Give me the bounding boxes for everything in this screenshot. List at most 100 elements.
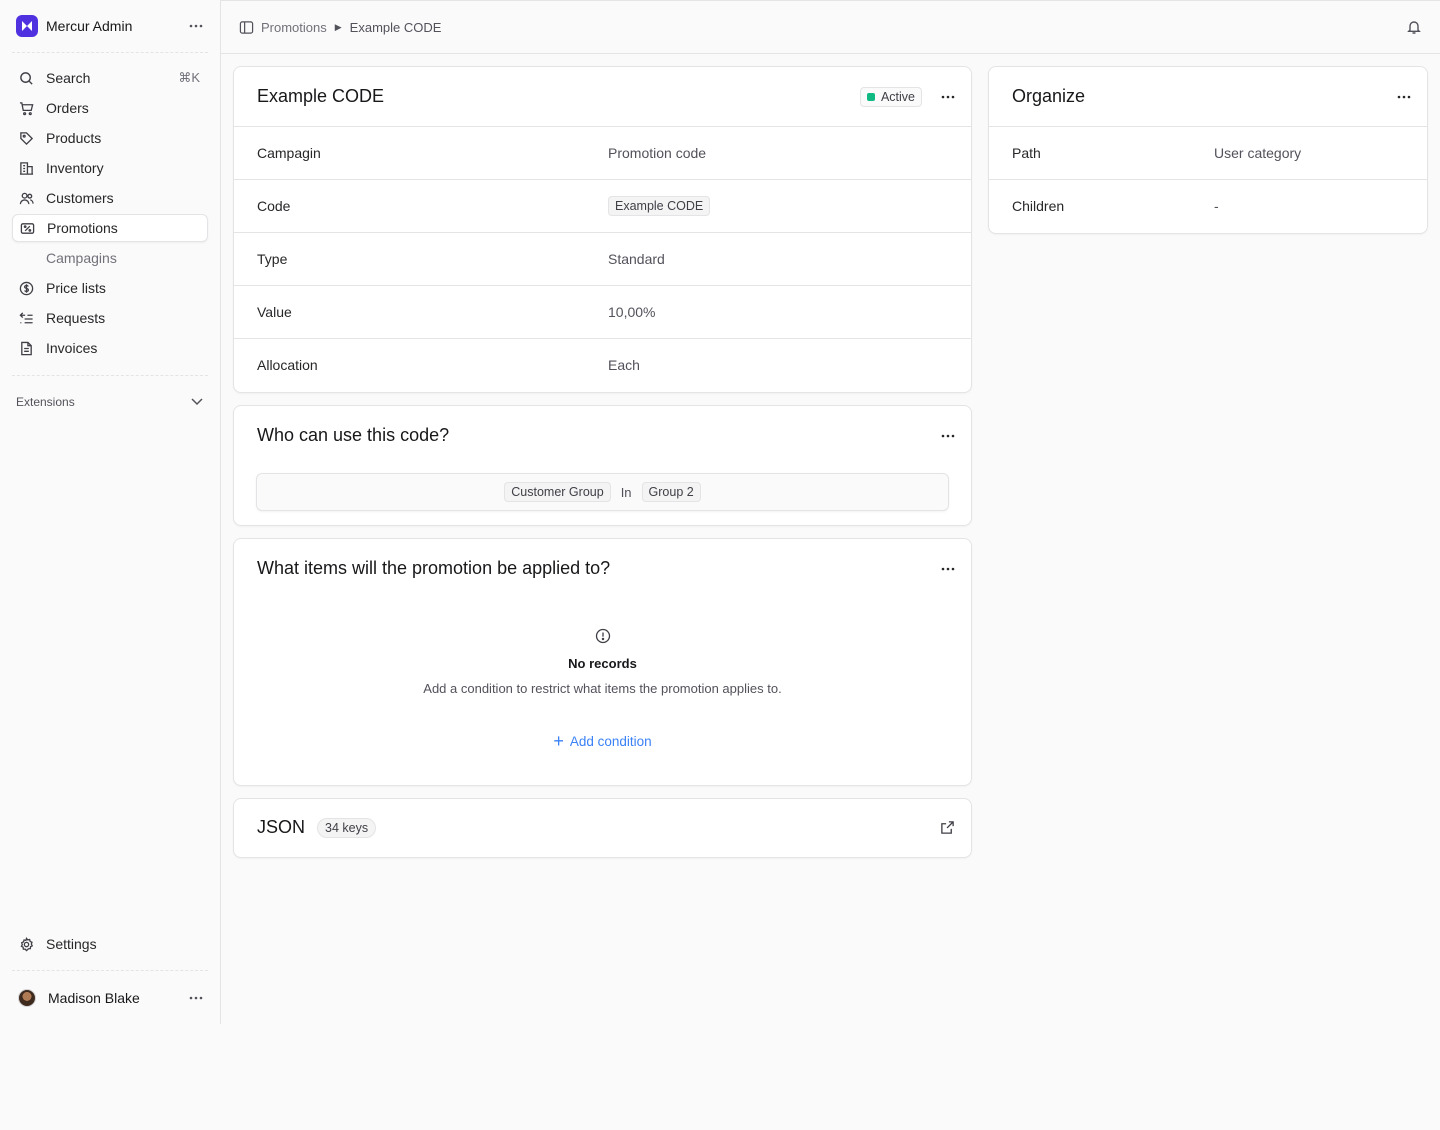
sidebar-item-promotions[interactable]: Promotions bbox=[12, 214, 208, 242]
organize-label: Children bbox=[1012, 198, 1065, 214]
avatar bbox=[18, 989, 36, 1007]
sidebar-item-label: Products bbox=[46, 130, 102, 146]
sidebar-item-label: Settings bbox=[46, 936, 97, 952]
organize-value: User category bbox=[1214, 145, 1302, 161]
sidebar-item-settings[interactable]: Settings bbox=[12, 930, 208, 958]
target-items-title: What items will the promotion be applied… bbox=[257, 558, 611, 578]
who-can-use-card: Who can use this code? Customer Group In… bbox=[233, 405, 972, 526]
sidebar-item-label: Orders bbox=[46, 100, 89, 116]
customer-condition: Customer Group In Group 2 bbox=[256, 473, 949, 511]
sidebar-divider bbox=[12, 375, 208, 376]
condition-attribute: Customer Group bbox=[504, 482, 611, 502]
users-icon bbox=[18, 190, 34, 206]
sidebar-item-requests[interactable]: Requests bbox=[12, 304, 208, 332]
plus-icon: + bbox=[553, 731, 564, 751]
empty-state: No records Add a condition to restrict w… bbox=[234, 628, 971, 752]
organize-actions-icon[interactable] bbox=[1390, 85, 1418, 109]
detail-row-code: Code Example CODE bbox=[234, 179, 971, 232]
sidebar-item-products[interactable]: Products bbox=[12, 124, 208, 152]
breadcrumb-separator-icon: ▶ bbox=[334, 21, 342, 32]
sidebar-item-customers[interactable]: Customers bbox=[12, 184, 208, 212]
sidebar-item-label: Search bbox=[46, 70, 91, 86]
promotion-title: Example CODE bbox=[257, 86, 385, 106]
detail-row-value: Value 10,00% bbox=[234, 285, 971, 338]
settings-section: Settings bbox=[12, 930, 208, 960]
add-condition-label: Add condition bbox=[569, 733, 652, 749]
search-shortcut: ⌘K bbox=[178, 70, 200, 85]
chevron-down-icon bbox=[190, 394, 204, 411]
sidebar-item-price-lists[interactable]: Price lists bbox=[12, 274, 208, 302]
sidebar-item-inventory[interactable]: Inventory bbox=[12, 154, 208, 182]
empty-description: Add a condition to restrict what items t… bbox=[423, 681, 782, 696]
sidebar: Mercur Admin Search ⌘K Orders Products I… bbox=[0, 0, 221, 1024]
sidebar-item-label: Campagins bbox=[46, 250, 117, 266]
tag-icon bbox=[18, 130, 34, 146]
sidebar-item-invoices[interactable]: Invoices bbox=[12, 334, 208, 362]
add-condition-button[interactable]: + Add condition bbox=[553, 732, 651, 750]
receipt-percent-icon bbox=[19, 220, 35, 236]
promotion-actions-icon[interactable] bbox=[934, 85, 962, 109]
condition-value: Group 2 bbox=[641, 482, 701, 502]
code-badge: Example CODE bbox=[608, 196, 711, 216]
cart-icon bbox=[18, 100, 34, 116]
organize-row-children: Children - bbox=[989, 179, 1427, 232]
sidebar-item-label: Invoices bbox=[46, 340, 98, 356]
json-title: JSON bbox=[257, 817, 306, 837]
sidebar-item-label: Customers bbox=[46, 190, 114, 206]
extensions-label: Extensions bbox=[16, 395, 75, 409]
sidebar-item-label: Promotions bbox=[47, 220, 118, 236]
external-link-icon[interactable] bbox=[940, 820, 955, 835]
organize-title: Organize bbox=[1012, 86, 1086, 106]
sidebar-item-label: Price lists bbox=[46, 280, 106, 296]
status-label: Active bbox=[880, 89, 915, 104]
breadcrumb: Promotions ▶ Example CODE bbox=[239, 19, 441, 35]
organize-label: Path bbox=[1012, 145, 1041, 161]
detail-row-campaign: Campagin Promotion code bbox=[234, 126, 971, 179]
breadcrumb-promotions[interactable]: Promotions bbox=[261, 20, 327, 35]
exclamation-circle-icon bbox=[234, 628, 971, 644]
target-actions-icon[interactable] bbox=[934, 557, 962, 581]
store-menu-icon[interactable] bbox=[184, 16, 208, 36]
who-can-use-title: Who can use this code? bbox=[257, 425, 450, 445]
document-icon bbox=[18, 340, 34, 356]
promotion-details-card: Example CODE Active Campagin Promotion c… bbox=[233, 66, 972, 393]
detail-label: Value bbox=[257, 304, 292, 320]
search-icon bbox=[18, 70, 34, 86]
sidebar-item-label: Inventory bbox=[46, 160, 104, 176]
sidebar-item-label: Requests bbox=[46, 310, 106, 326]
target-items-card: What items will the promotion be applied… bbox=[233, 538, 972, 786]
detail-value: Each bbox=[608, 357, 640, 373]
who-actions-icon[interactable] bbox=[934, 424, 962, 448]
sidebar-item-orders[interactable]: Orders bbox=[12, 94, 208, 122]
user-name: Madison Blake bbox=[48, 990, 140, 1006]
currency-dollar-icon bbox=[18, 280, 34, 296]
extensions-toggle[interactable]: Extensions bbox=[16, 392, 204, 412]
organize-row-path: Path User category bbox=[989, 126, 1427, 179]
detail-label: Allocation bbox=[257, 357, 318, 373]
main-nav: Search ⌘K Orders Products Inventory Cust… bbox=[12, 64, 208, 364]
status-dot bbox=[866, 92, 875, 101]
detail-label: Type bbox=[257, 251, 288, 267]
detail-row-type: Type Standard bbox=[234, 232, 971, 285]
gear-icon bbox=[18, 936, 34, 952]
sidebar-divider bbox=[12, 52, 208, 53]
condition-operator: In bbox=[620, 484, 632, 500]
detail-value: Promotion code bbox=[608, 145, 707, 161]
sidebar-item-search[interactable]: Search ⌘K bbox=[12, 64, 208, 92]
topbar: Promotions ▶ Example CODE bbox=[221, 0, 1440, 54]
json-card: JSON 34 keys bbox=[233, 798, 972, 858]
store-switcher[interactable]: Mercur Admin bbox=[12, 8, 208, 44]
sidebar-divider bbox=[12, 970, 208, 971]
empty-title: No records bbox=[568, 656, 637, 671]
buildings-icon bbox=[18, 160, 34, 176]
breadcrumb-current: Example CODE bbox=[349, 19, 442, 35]
user-menu[interactable]: Madison Blake bbox=[12, 984, 208, 1012]
bell-icon[interactable] bbox=[1406, 19, 1422, 40]
user-menu-icon[interactable] bbox=[184, 988, 208, 1008]
detail-row-allocation: Allocation Each bbox=[234, 338, 971, 391]
status-badge: Active bbox=[859, 86, 922, 107]
detail-value: Standard bbox=[608, 251, 665, 267]
sidebar-toggle-icon[interactable] bbox=[239, 19, 255, 35]
json-keys-badge: 34 keys bbox=[317, 817, 377, 838]
sidebar-item-campaigns[interactable]: Campagins bbox=[12, 244, 208, 272]
